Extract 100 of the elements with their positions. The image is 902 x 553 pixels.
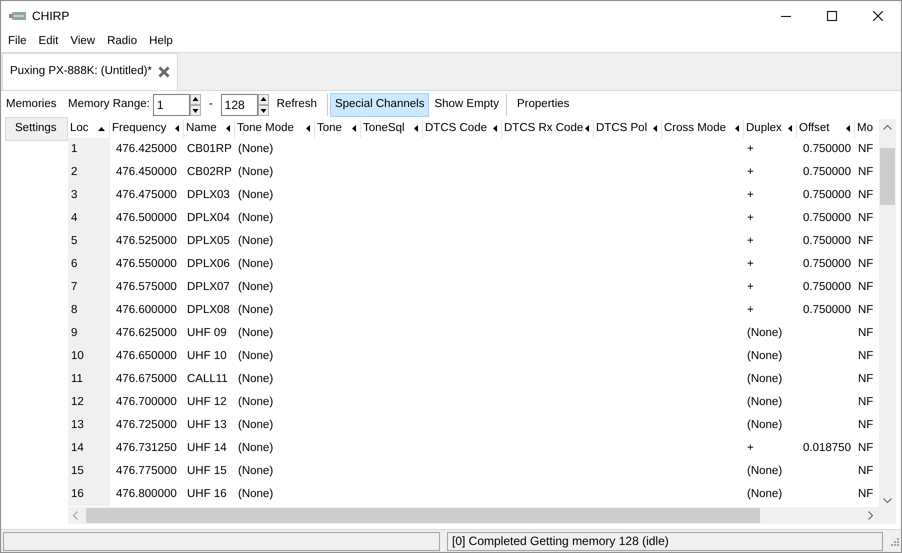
table-cell: 7	[68, 276, 110, 299]
table-cell: 6	[68, 253, 110, 276]
table-cell-text: NF	[857, 164, 874, 180]
table-cell-text: (None)	[746, 394, 784, 410]
column-header[interactable]: DTCS Rx Code	[502, 119, 594, 138]
scrollbar-thumb[interactable]	[880, 148, 895, 205]
table-cell-text: (None)	[237, 302, 274, 318]
table-cell-text: 476.600000	[115, 302, 178, 318]
table-cell-text: +	[746, 256, 755, 272]
table-cell: 9	[68, 322, 110, 345]
side-tab[interactable]: Settings	[5, 117, 68, 141]
spin-arrows-icon[interactable]	[258, 94, 269, 116]
vertical-scrollbar[interactable]	[879, 119, 896, 507]
table-cell-text: NF	[857, 256, 874, 272]
table-cell-text: 0.750000	[802, 188, 852, 203]
table-cell-text: CALL11	[186, 372, 229, 387]
table-cell-text: NF	[857, 348, 874, 364]
table-cell-text: 476.425000	[115, 142, 178, 157]
table-cell-text: UHF 12	[186, 394, 228, 410]
column-header[interactable]: Offset	[797, 119, 855, 138]
table-cell-text: NF	[857, 280, 874, 295]
table-cell-text: NF	[857, 326, 874, 341]
horizontal-scrollbar[interactable]	[68, 507, 879, 524]
table-cell-text: (None)	[237, 418, 274, 433]
resize-grip-icon	[890, 536, 899, 546]
show-empty-toggle[interactable]: Show Empty	[429, 92, 504, 116]
table-cell-text: UHF 14	[186, 440, 228, 456]
scrollbar-thumb[interactable]	[86, 508, 760, 523]
range-separator: -	[208, 96, 213, 112]
table-cell-text: (None)	[237, 440, 274, 456]
table-cell: 11	[68, 368, 110, 391]
column-header[interactable]: DTCS Code	[423, 119, 502, 138]
table-cell-text: 476.450000	[115, 164, 178, 180]
table-cell: 12	[68, 391, 110, 414]
table-cell-text: (None)	[746, 418, 784, 433]
table-cell: 1	[68, 138, 110, 161]
table-cell-text: UHF 13	[186, 418, 228, 433]
table-cell-text: (None)	[746, 486, 784, 502]
table-cell-text: DPLX06	[186, 256, 231, 272]
menu-item[interactable]: File	[2, 30, 33, 52]
column-header[interactable]: Tone	[315, 119, 361, 138]
scroll-down-icon	[883, 498, 892, 503]
table-cell-text: (None)	[237, 256, 274, 272]
column-header[interactable]: Frequency	[110, 119, 184, 138]
table-cell-text: +	[746, 234, 755, 249]
document-tab[interactable]: Puxing PX-888K: (Untitled)*	[2, 53, 178, 90]
table-cell-text: DPLX07	[186, 280, 231, 295]
table-cell-text: +	[746, 188, 755, 203]
menu-item[interactable]: Help	[143, 30, 179, 52]
column-header[interactable]: DTCS Pol	[594, 119, 662, 138]
table-cell-text: +	[746, 164, 755, 180]
menu-item[interactable]: Edit	[32, 30, 64, 52]
menu-item[interactable]: Radio	[101, 30, 144, 52]
column-header[interactable]: Tone Mode	[235, 119, 315, 138]
table-cell-text: (None)	[746, 464, 784, 479]
table-cell-text: (None)	[746, 372, 784, 387]
table-cell-text: +	[746, 440, 755, 456]
table-cell-text: (None)	[237, 486, 274, 502]
table-cell: 3	[68, 184, 110, 207]
table-cell-text: 0.750000	[802, 164, 852, 180]
status-message: [0] Completed Getting memory 128 (idle)	[447, 532, 883, 550]
table-cell-text: 0.750000	[802, 142, 852, 157]
refresh-button[interactable]: Refresh	[268, 94, 325, 116]
table-cell-text: (None)	[237, 210, 274, 226]
range-end-field[interactable]: 128	[220, 94, 258, 116]
table-cell-text: (None)	[237, 326, 274, 341]
table-cell: 15	[68, 460, 110, 483]
table-cell: 5	[68, 230, 110, 253]
table-cell-text: UHF 10	[186, 348, 228, 364]
column-header[interactable]: Cross Mode	[662, 119, 744, 138]
table-cell-text: NF	[857, 440, 874, 456]
table-cell-text: (None)	[237, 372, 274, 387]
table-cell-text: +	[746, 302, 755, 318]
table-cell-text: 476.650000	[115, 348, 178, 364]
range-start-field[interactable]: 1	[152, 94, 190, 116]
table-cell-text: 0.750000	[802, 302, 852, 318]
window-title: CHIRP	[32, 8, 70, 25]
table-cell-text: NF	[857, 188, 874, 203]
scroll-right-icon	[868, 511, 873, 520]
menu-item[interactable]: View	[64, 30, 102, 52]
scroll-up-icon	[883, 125, 892, 130]
table-cell: 16	[68, 483, 110, 506]
table-cell-text: +	[746, 210, 755, 226]
column-header[interactable]: ToneSql	[361, 119, 423, 138]
close-icon[interactable]	[158, 66, 170, 78]
table-cell-text: (None)	[237, 188, 274, 203]
table-cell-text: CB01RP	[186, 142, 233, 157]
table-cell-text: NF	[857, 486, 874, 502]
table-cell: 2	[68, 161, 110, 184]
table-cell-text: NF	[857, 234, 874, 249]
properties-button[interactable]: Properties	[509, 94, 578, 116]
table-cell-text: 0.750000	[802, 280, 852, 295]
spin-arrows-icon[interactable]	[190, 94, 201, 116]
special-channels-toggle[interactable]: Special Channels	[330, 92, 430, 116]
table-cell-text: 476.550000	[115, 256, 178, 272]
column-header[interactable]: Duplex	[744, 119, 797, 138]
scroll-left-icon	[73, 511, 78, 520]
column-header[interactable]: Name	[184, 119, 235, 138]
table-cell: 4	[68, 207, 110, 230]
table-cell-text: NF	[857, 394, 874, 410]
